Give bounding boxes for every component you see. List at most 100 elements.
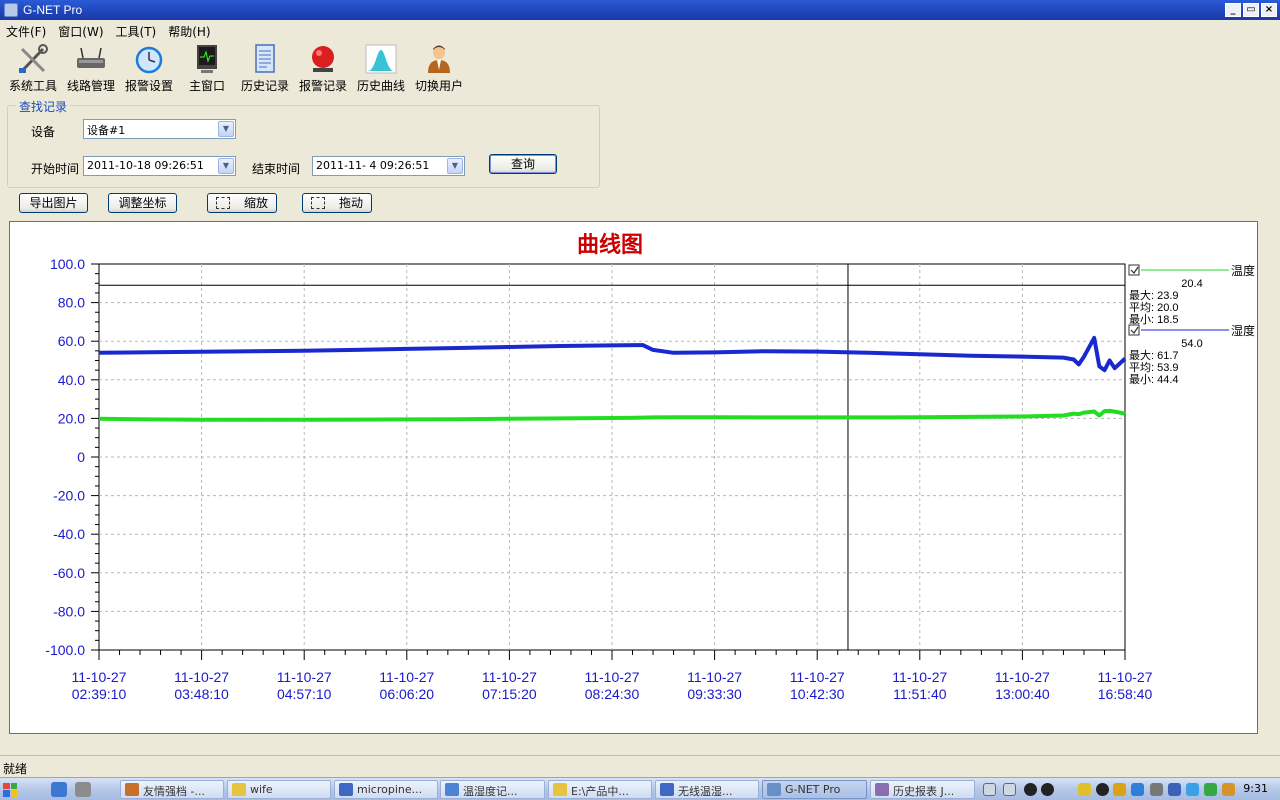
drag-button[interactable]: 拖动: [302, 193, 372, 213]
drag-icon: [310, 197, 325, 209]
tool-history-records[interactable]: 历史记录: [236, 44, 294, 94]
app-icon: [4, 3, 18, 17]
tool-main-window[interactable]: 主窗口: [178, 44, 236, 94]
adjust-axis-button[interactable]: 调整坐标: [108, 193, 177, 213]
tool-history-curve[interactable]: 历史曲线: [352, 44, 410, 94]
y-tick-label: -20.0: [53, 488, 85, 504]
device-select-value: 设备#1: [87, 124, 126, 137]
drag-label: 拖动: [338, 196, 363, 210]
x-tick-label-date: 11-10-27: [174, 669, 229, 685]
x-tick-label-date: 11-10-27: [379, 669, 434, 685]
x-tick-label-date: 11-10-27: [892, 669, 947, 685]
start-button[interactable]: [3, 781, 43, 798]
x-tick-label-date: 11-10-27: [277, 669, 332, 685]
taskbar-item-label: micropine...: [357, 783, 423, 796]
menu-window[interactable]: 窗口(W): [58, 23, 103, 40]
taskbar-item[interactable]: micropine...: [334, 780, 438, 799]
volume-icon[interactable]: [1150, 783, 1163, 796]
x-tick-label-time: 08:24:30: [585, 686, 640, 702]
qq-icon[interactable]: [1041, 783, 1054, 796]
x-tick-label-time: 11:51:40: [893, 686, 947, 702]
shield-icon[interactable]: [1204, 783, 1217, 796]
taskbar-item[interactable]: E:\产品中...: [548, 780, 652, 799]
curve-icon: [365, 44, 397, 74]
taskbar-item[interactable]: G-NET Pro: [762, 780, 867, 799]
ie-icon[interactable]: [51, 782, 67, 797]
zoom-button[interactable]: 缩放: [207, 193, 277, 213]
group-title: 查找记录: [16, 98, 71, 115]
x-tick-label-time: 06:06:20: [380, 686, 435, 702]
desktop-icon[interactable]: [75, 782, 91, 797]
tool-alarm-settings[interactable]: 报警设置: [120, 44, 178, 94]
y-tick-label: 0: [77, 449, 85, 465]
device-select[interactable]: 设备#1 ▼: [83, 119, 236, 139]
tray-expand-icon[interactable]: [1003, 783, 1016, 796]
main-toolbar: 系统工具 线路管理 报警设置 主窗口 历史记录 报警记录 历史曲线 切换用户: [4, 44, 468, 94]
y-tick-label: 80.0: [58, 295, 85, 311]
search-button[interactable]: 查询: [489, 154, 557, 174]
restore-button[interactable]: ▭: [1243, 3, 1259, 17]
legend-max: 最大: 61.7: [1129, 348, 1179, 362]
history-chart[interactable]: 曲线图 100.0 80.0 60.0 40.0 20.0 0 -20.0 -40.0 -60.0…: [10, 222, 1257, 733]
user-icon: [428, 45, 450, 73]
x-tick-label-time: 09:33:30: [687, 686, 742, 702]
tool-label: 系统工具: [8, 79, 57, 93]
x-tick-label-date: 11-10-27: [790, 669, 845, 685]
taskbar-item[interactable]: wife: [227, 780, 331, 799]
export-image-button[interactable]: 导出图片: [19, 193, 88, 213]
network-icon[interactable]: [1131, 783, 1144, 796]
app-icon: [232, 783, 246, 796]
device-label: 设备: [31, 125, 56, 139]
minimize-button[interactable]: _: [1225, 3, 1241, 17]
y-tick-label: 40.0: [58, 372, 85, 388]
x-tick-label-time: 04:57:10: [277, 686, 332, 702]
menu-tools[interactable]: 工具(T): [116, 23, 157, 40]
legend-max: 最大: 23.9: [1129, 288, 1179, 302]
legend-min: 最小: 44.4: [1129, 373, 1179, 386]
legend-current-value: 20.4: [1181, 278, 1202, 290]
chevron-down-icon[interactable]: ▼: [218, 158, 234, 174]
monitor-icon: [197, 45, 217, 73]
input-method-icon[interactable]: [983, 783, 996, 796]
y-tick-label: -40.0: [53, 526, 85, 542]
tools-icon: [19, 44, 48, 73]
tray-app-icon[interactable]: [1113, 783, 1126, 796]
network-icon[interactable]: [1168, 783, 1181, 796]
menu-file[interactable]: 文件(F): [6, 23, 46, 40]
legend-series-name: 湿度: [1231, 323, 1255, 338]
taskbar-item[interactable]: 温湿度记...: [440, 780, 545, 799]
x-tick-label-date: 11-10-27: [71, 669, 126, 685]
tool-alarm-records[interactable]: 报警记录: [294, 44, 352, 94]
router-icon: [77, 47, 105, 68]
y-tick-label: -100.0: [45, 642, 85, 658]
y-tick-label: 60.0: [58, 333, 85, 349]
tray-app-icon[interactable]: [1078, 783, 1091, 796]
tool-line-management[interactable]: 线路管理: [62, 44, 120, 94]
end-time-picker[interactable]: 2011-11- 4 09:26:51 ▼: [312, 156, 465, 176]
tray-app-icon[interactable]: [1222, 783, 1235, 796]
taskbar-item-label: 历史报表 J...: [893, 785, 955, 798]
chevron-down-icon[interactable]: ▼: [218, 121, 234, 137]
qq-icon[interactable]: [1024, 783, 1037, 796]
windows-logo-icon: [3, 782, 17, 797]
tool-system-tools[interactable]: 系统工具: [4, 44, 62, 94]
close-button[interactable]: ×: [1261, 3, 1277, 17]
chevron-down-icon[interactable]: ▼: [447, 158, 463, 174]
taskbar-item-label: G-NET Pro: [785, 783, 841, 796]
y-tick-label: 100.0: [50, 256, 85, 272]
tray-app-icon[interactable]: [1186, 783, 1199, 796]
tool-switch-user[interactable]: 切换用户: [410, 44, 468, 94]
taskbar-item[interactable]: 历史报表 J...: [870, 780, 975, 799]
start-time-picker[interactable]: 2011-10-18 09:26:51 ▼: [83, 156, 236, 176]
tool-label: 历史记录: [240, 79, 289, 93]
window-title: G-NET Pro: [23, 3, 83, 17]
start-time-label: 开始时间: [31, 162, 80, 176]
chart-panel[interactable]: 曲线图 100.0 80.0 60.0 40.0 20.0 0 -20.0 -40.0 -60.0…: [9, 221, 1258, 734]
taskbar-item[interactable]: 无线温湿...: [655, 780, 759, 799]
qq-icon[interactable]: [1096, 783, 1109, 796]
taskbar: 友情强档 -... wife micropine... 温湿度记... E:\产品中..…: [0, 777, 1280, 800]
menu-help[interactable]: 帮助(H): [168, 23, 210, 40]
tool-label: 线路管理: [66, 79, 115, 93]
tool-label: 报警记录: [298, 79, 347, 93]
taskbar-item[interactable]: 友情强档 -...: [120, 780, 224, 799]
